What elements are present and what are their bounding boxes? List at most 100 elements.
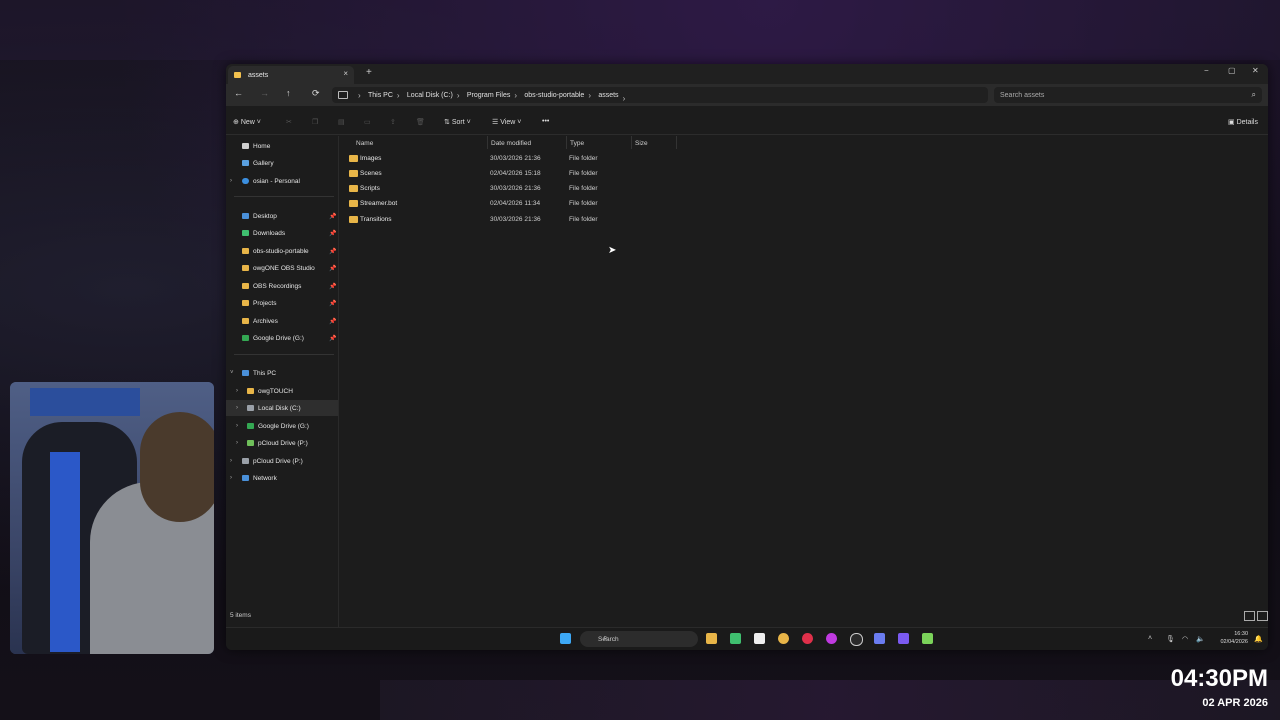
view-button[interactable]: ☰ View ˅ — [492, 118, 521, 126]
details-pane-button[interactable]: ▣ Details — [1228, 118, 1258, 126]
sidebar-item-owgtouch[interactable]: › owgTOUCH — [226, 383, 338, 399]
sidebar-item-downloads[interactable]: Downloads 📌 — [226, 225, 338, 241]
youtube-icon[interactable] — [802, 633, 813, 644]
sidebar-item-projects[interactable]: Projects 📌 — [226, 295, 338, 311]
column-header-size[interactable]: Size — [635, 140, 648, 147]
app-c-icon[interactable] — [826, 633, 837, 644]
sidebar-item-google-drive[interactable]: › Google Drive (G:) — [226, 418, 338, 434]
close-window-button[interactable]: ✕ — [1252, 66, 1259, 75]
tiles-view-icon[interactable] — [1257, 611, 1268, 621]
file-name: Images — [360, 155, 382, 162]
microphone-icon[interactable]: 🎙 — [1166, 635, 1175, 643]
sidebar-item-local-disk[interactable]: › Local Disk (C:) — [226, 400, 338, 416]
file-explorer-icon[interactable] — [706, 633, 717, 644]
breadcrumb-assets[interactable]: assets — [588, 91, 618, 100]
column-divider — [487, 136, 488, 149]
start-windows-icon[interactable] — [560, 633, 571, 644]
sidebar-item-gallery[interactable]: Gallery — [226, 155, 338, 171]
new-tab-button[interactable]: + — [366, 67, 372, 78]
folder-icon — [349, 216, 358, 223]
taskbar-search[interactable]: ⌕ Search — [580, 631, 698, 647]
breadcrumb-local-disk[interactable]: Local Disk (C:) — [397, 91, 453, 100]
sidebar-item-label: owgTOUCH — [258, 387, 293, 395]
column-divider — [631, 136, 632, 149]
sidebar-item-pcloud-drive-1[interactable]: › pCloud Drive (P:) — [226, 435, 338, 451]
table-row[interactable]: Transitions 30/03/2026 21:36 File folder — [348, 212, 608, 227]
column-header-date[interactable]: Date modified — [491, 140, 531, 147]
share-icon[interactable]: ⇪ — [390, 118, 396, 126]
app-a-icon[interactable] — [730, 633, 741, 644]
copy-icon[interactable]: ❐ — [312, 118, 318, 126]
search-box[interactable]: Search assets ⌕ — [994, 87, 1262, 103]
sidebar-divider — [234, 354, 334, 355]
up-button[interactable]: ↑ — [286, 88, 291, 98]
address-bar[interactable]: This PC Local Disk (C:) Program Files ob… — [332, 87, 988, 103]
details-label: Details — [1236, 119, 1258, 126]
notification-bell-icon[interactable]: 🔔 — [1254, 635, 1263, 643]
file-type: File folder — [569, 216, 598, 223]
sort-button[interactable]: ⇅ Sort ˅ — [444, 118, 471, 126]
cut-icon[interactable]: ✂ — [286, 118, 292, 126]
sidebar-item-pcloud-drive-2[interactable]: › pCloud Drive (P:) — [226, 453, 338, 469]
breadcrumb-obs-studio-portable[interactable]: obs-studio-portable — [514, 91, 584, 100]
notion-icon[interactable] — [754, 633, 765, 644]
details-view-icon[interactable] — [1244, 611, 1255, 621]
delete-icon[interactable]: 🗑 — [416, 118, 425, 126]
forward-button[interactable]: → — [260, 88, 269, 98]
chrome-icon[interactable] — [778, 633, 789, 644]
folder-icon — [349, 200, 358, 207]
search-input[interactable]: Search assets — [1000, 92, 1044, 99]
table-row[interactable]: Scenes 02/04/2026 15:18 File folder — [348, 166, 608, 181]
sidebar-item-this-pc[interactable]: ˅ This PC — [226, 365, 338, 381]
table-row[interactable]: Scripts 30/03/2026 21:36 File folder — [348, 181, 608, 196]
app-diamond-icon[interactable] — [874, 633, 885, 644]
table-row[interactable]: Streamer.bot 02/04/2026 11:34 File folde… — [348, 196, 608, 211]
sidebar-item-label: Gallery — [253, 159, 274, 167]
close-tab-icon[interactable]: × — [343, 69, 348, 78]
view-label: View — [500, 119, 516, 126]
sidebar-item-onedrive[interactable]: › osian - Personal — [226, 173, 338, 189]
obs-icon[interactable] — [850, 633, 863, 646]
sidebar-item-obs-recordings[interactable]: OBS Recordings 📌 — [226, 278, 338, 294]
sidebar-item-network[interactable]: › Network — [226, 470, 338, 486]
sidebar-item-archives[interactable]: Archives 📌 — [226, 313, 338, 329]
google-drive-icon — [242, 335, 249, 341]
webcam-chair-stripe — [50, 452, 80, 652]
sidebar-item-obs-studio-portable[interactable]: obs-studio-portable 📌 — [226, 243, 338, 259]
breadcrumb-this-pc[interactable]: This PC — [358, 91, 393, 100]
sidebar-item-desktop[interactable]: Desktop 📌 — [226, 208, 338, 224]
column-header-type[interactable]: Type — [570, 140, 584, 147]
refresh-button[interactable]: ⟳ — [312, 88, 320, 99]
speaker-icon[interactable]: 🔈 — [1196, 635, 1205, 643]
chevron-up-icon[interactable]: ˄ — [1148, 635, 1152, 642]
tab-title: assets — [248, 71, 269, 79]
column-header-name[interactable]: Name — [356, 140, 373, 147]
sidebar-item-home[interactable]: Home — [226, 138, 338, 154]
tab-assets[interactable]: assets × — [228, 66, 354, 84]
app-grid-icon[interactable] — [898, 633, 909, 644]
monitor-icon — [338, 91, 348, 99]
breadcrumb-program-files[interactable]: Program Files — [457, 91, 510, 100]
webcam-overlay — [10, 382, 214, 654]
sidebar-item-owgone-obs-studio[interactable]: owgONE OBS Studio 📌 — [226, 260, 338, 276]
taskbar-clock[interactable]: 16:30 02/04/2026 — [1220, 630, 1248, 646]
sidebar-item-google-drive-pinned[interactable]: Google Drive (G:) 📌 — [226, 330, 338, 346]
file-type: File folder — [569, 170, 598, 177]
sidebar-item-label: Local Disk (C:) — [258, 404, 301, 412]
sidebar-item-label: Google Drive (G:) — [253, 334, 304, 342]
sidebar-item-label: pCloud Drive (P:) — [253, 457, 303, 465]
paste-icon[interactable]: ▤ — [338, 118, 345, 126]
new-button[interactable]: ⊕ New ˅ — [233, 118, 261, 126]
back-button[interactable]: ← — [234, 88, 243, 98]
minimize-button[interactable]: − — [1204, 66, 1209, 75]
file-type: File folder — [569, 200, 598, 207]
file-date: 02/04/2026 15:18 — [490, 170, 541, 177]
app-notepad-icon[interactable] — [922, 633, 933, 644]
more-options-button[interactable]: ••• — [542, 118, 549, 125]
rename-icon[interactable]: ▭ — [364, 118, 371, 126]
maximize-button[interactable]: ▢ — [1228, 66, 1236, 75]
wifi-icon[interactable]: ◠ — [1182, 635, 1188, 643]
navigation-pane: Home Gallery › osian - Personal Desktop … — [226, 136, 339, 628]
column-divider — [676, 136, 677, 149]
table-row[interactable]: Images 30/03/2026 21:36 File folder — [348, 151, 608, 166]
